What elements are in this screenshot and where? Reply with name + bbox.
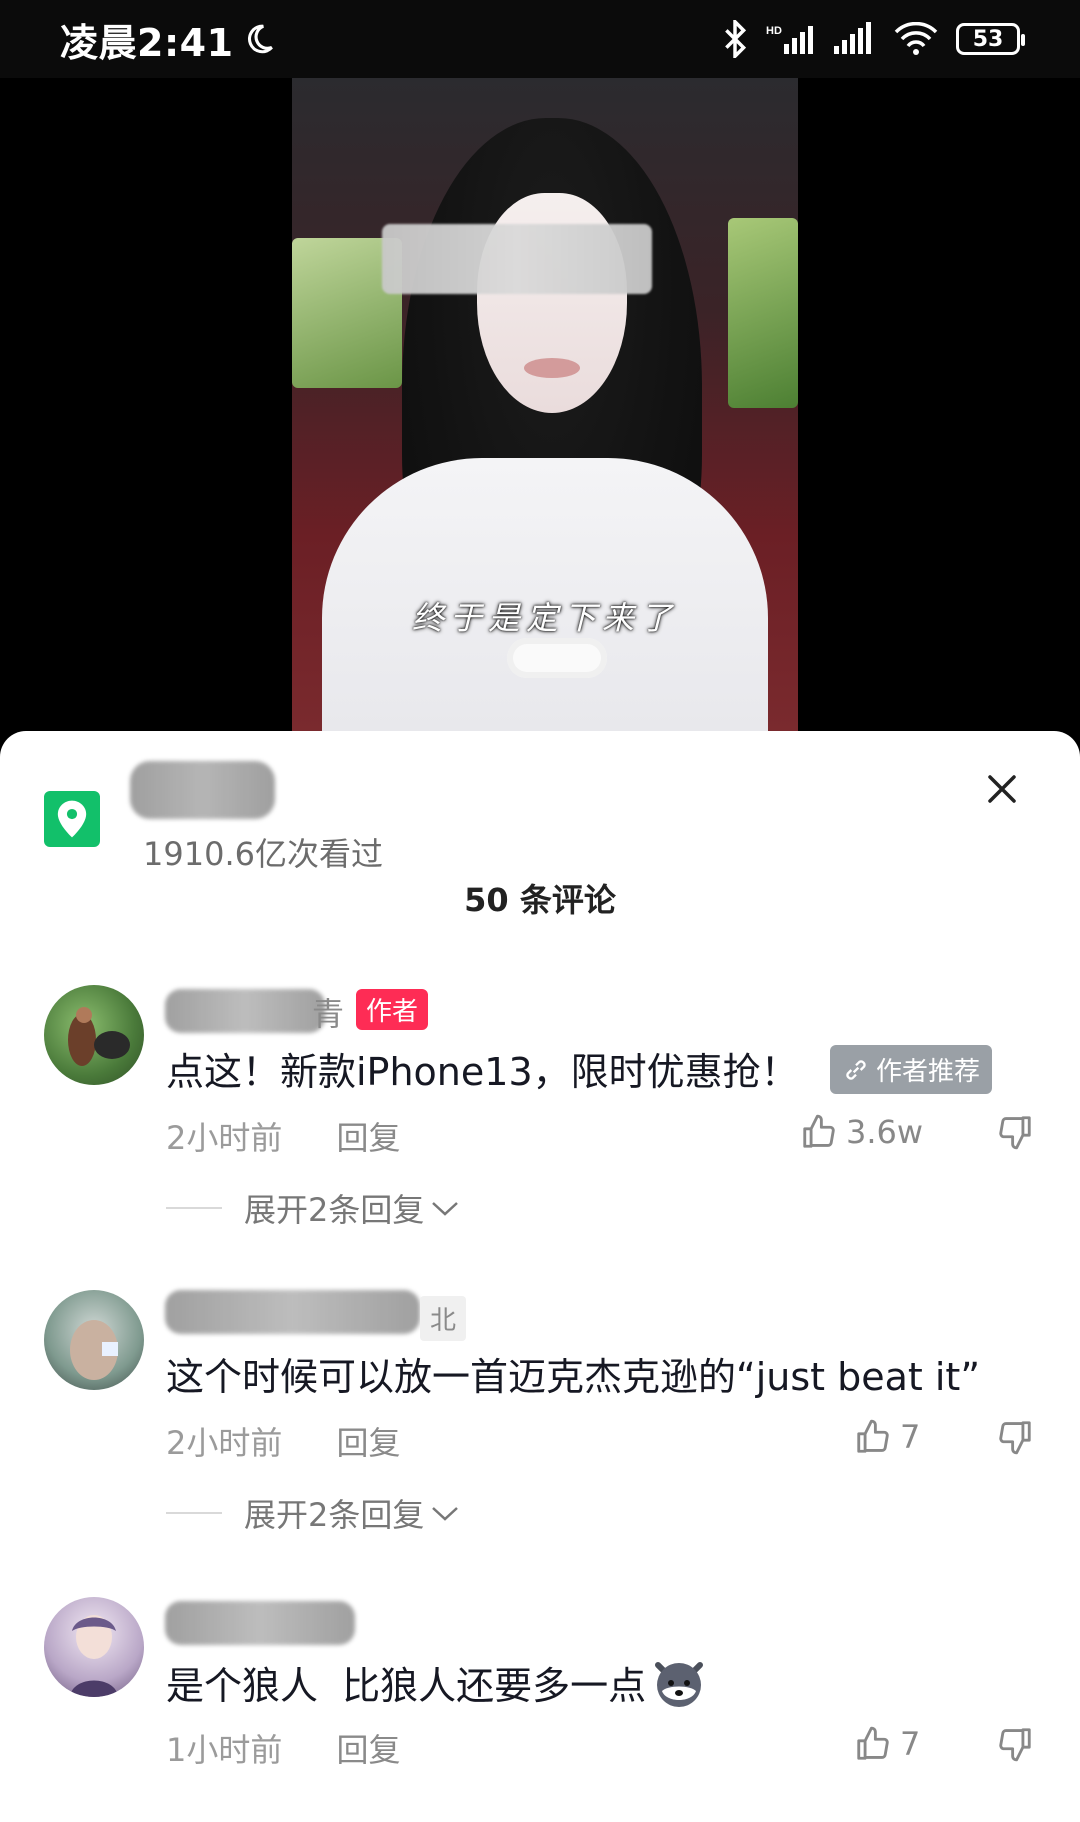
link-icon [846, 1059, 866, 1080]
expand-replies[interactable]: 展开2条回复 [166, 1490, 460, 1536]
close-button[interactable] [974, 761, 1030, 817]
video-frame[interactable]: 终于是定下来了 [292, 78, 798, 733]
comment-item: 是个狼人 比狼人还要多一点 1小时前 回复 7 [0, 1597, 1080, 1797]
comment-sheet: 1910.6亿次看过 50 条评论 青 作者 点这！新款iPhone13，限时优… [0, 731, 1080, 1822]
expand-replies-label: 展开2条回复 [244, 1496, 425, 1534]
comment-time: 2小时前 [166, 1119, 283, 1157]
status-time-group: 凌晨2:41 [60, 12, 276, 67]
thumbs-down-icon [999, 1421, 1031, 1455]
bluetooth-icon [725, 20, 747, 58]
like-button[interactable]: 7 [854, 1418, 920, 1456]
dislike-button[interactable] [996, 1418, 1034, 1460]
video-figure-bow [507, 638, 607, 678]
chevron-down-icon [432, 1507, 459, 1521]
comment-item: 青 作者 点这！新款iPhone13，限时优惠抢！ 作者推荐 2小时前 回复 3… [0, 985, 1080, 1229]
video-subtitle: 终于是定下来了 [411, 599, 678, 637]
status-icons: HD 53 [722, 20, 1025, 58]
author-recommend-tag[interactable]: 作者推荐 [830, 1045, 993, 1094]
avatar[interactable] [44, 1290, 144, 1390]
comment-item: 北 这个时候可以放一首迈克杰克逊的“just beat it” 2小时前 回复 … [0, 1290, 1080, 1534]
location-view-count: 1910.6亿次看过 [143, 835, 383, 873]
husky-emoji-icon [655, 1662, 704, 1707]
username-tail: 青 [312, 995, 345, 1033]
expand-replies-label: 展开2条回复 [244, 1191, 425, 1229]
video-figure-lips [524, 358, 580, 378]
like-count: 7 [900, 1418, 921, 1456]
comment-text[interactable]: 是个狼人 比狼人还要多一点 [166, 1653, 708, 1711]
svg-text:HD: HD [766, 25, 782, 37]
privacy-blur-bar [382, 224, 652, 294]
comment-text[interactable]: 这个时候可以放一首迈克杰克逊的“just beat it” [166, 1346, 980, 1401]
region-badge: 北 [420, 1296, 467, 1341]
battery-indicator: 53 [956, 23, 1025, 55]
divider-line [166, 1512, 222, 1514]
video-window-right [728, 218, 798, 408]
comment-meta: 2小时前 回复 [166, 1113, 401, 1159]
comment-meta: 2小时前 回复 [166, 1418, 401, 1464]
battery-level: 53 [972, 26, 1004, 52]
video-player[interactable]: 终于是定下来了 [0, 78, 1080, 733]
thumbs-up-icon [857, 1419, 889, 1453]
wifi-icon [894, 22, 938, 55]
comment-meta: 1小时前 回复 [166, 1725, 401, 1771]
cell-signal-hd-icon: HD [766, 25, 813, 54]
like-button[interactable]: 3.6w [800, 1113, 923, 1151]
comment-time: 2小时前 [166, 1424, 283, 1462]
author-recommend-label: 作者推荐 [876, 1057, 981, 1087]
comment-time: 1小时前 [166, 1731, 283, 1769]
thumbs-down-icon [999, 1116, 1031, 1150]
status-bar: 凌晨2:41 HD 53 [0, 0, 1080, 78]
close-icon [988, 775, 1016, 803]
username-redacted[interactable] [165, 989, 325, 1033]
thumbs-up-icon [857, 1726, 889, 1760]
avatar[interactable] [44, 1597, 144, 1697]
reply-button[interactable]: 回复 [337, 1424, 401, 1462]
cell-signal-icon [834, 22, 871, 54]
thumbs-up-icon [803, 1114, 835, 1148]
username-redacted[interactable] [165, 1290, 420, 1334]
author-badge: 作者 [356, 989, 429, 1030]
dislike-button[interactable] [996, 1113, 1034, 1155]
status-time: 凌晨2:41 [60, 20, 234, 65]
comment-text-body: 是个狼人 比狼人还要多一点 [166, 1663, 647, 1708]
moon-icon [247, 24, 273, 54]
reply-button[interactable]: 回复 [337, 1731, 401, 1769]
username-redacted[interactable] [165, 1601, 355, 1645]
avatar[interactable] [44, 985, 144, 1085]
thumbs-down-icon [999, 1728, 1031, 1762]
comment-text[interactable]: 点这！新款iPhone13，限时优惠抢！ [166, 1041, 799, 1096]
like-count: 3.6w [846, 1113, 924, 1151]
location-pin-icon[interactable] [44, 791, 100, 847]
dislike-button[interactable] [996, 1725, 1034, 1767]
divider-line [166, 1207, 222, 1209]
comment-count: 50 条评论 [464, 881, 616, 919]
chevron-down-icon [432, 1202, 459, 1216]
like-count: 7 [900, 1725, 921, 1763]
reply-button[interactable]: 回复 [337, 1119, 401, 1157]
expand-replies[interactable]: 展开2条回复 [166, 1185, 460, 1231]
like-button[interactable]: 7 [854, 1725, 920, 1763]
location-title-redacted[interactable] [130, 761, 275, 819]
